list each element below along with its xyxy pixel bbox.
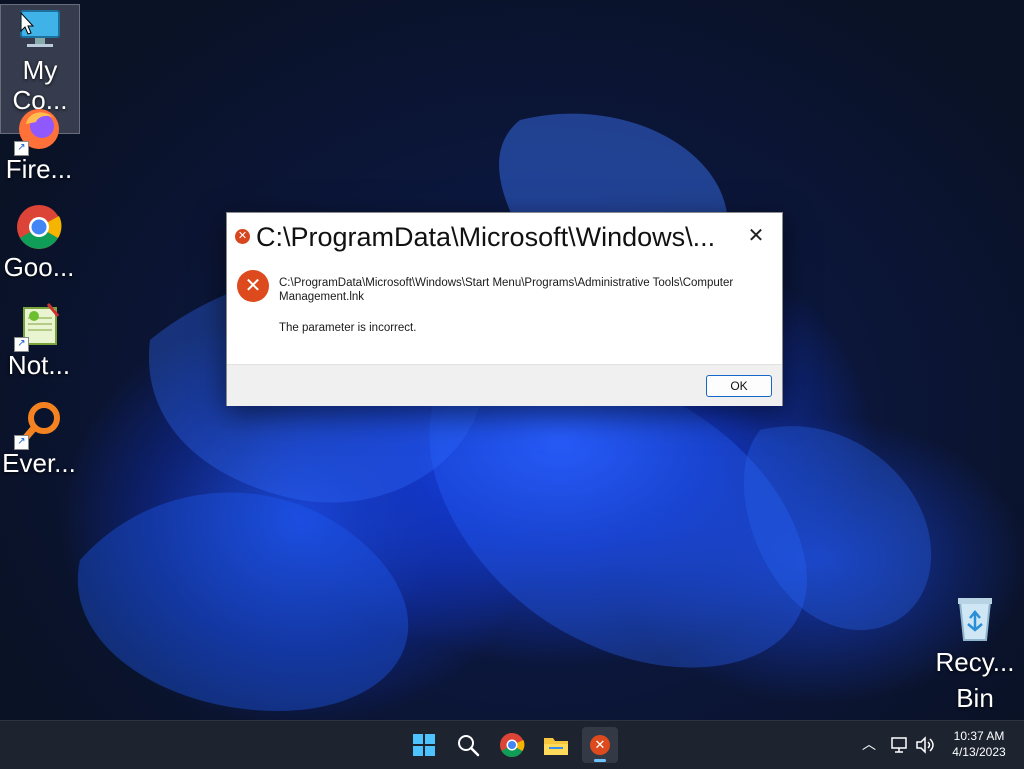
error-icon: ✕ xyxy=(237,270,269,302)
shortcut-arrow-icon: ↗ xyxy=(14,141,29,156)
shortcut-arrow-icon: ↗ xyxy=(14,337,29,352)
start-icon xyxy=(413,734,435,756)
chrome-icon xyxy=(14,202,64,252)
clock-time: 10:37 AM xyxy=(953,729,1005,743)
error-dialog: ✕ C:\ProgramData\Microsoft\Windows\... ✕… xyxy=(226,212,783,406)
search-button[interactable] xyxy=(450,727,486,763)
file-explorer-icon xyxy=(544,738,568,755)
dialog-body: ✕ C:\ProgramData\Microsoft\Windows\Start… xyxy=(227,261,782,364)
dialog-path-text: C:\ProgramData\Microsoft\Windows\Start M… xyxy=(279,277,734,303)
recycle-bin-icon xyxy=(950,594,1000,644)
desktop-icon-label: Ever... xyxy=(2,448,76,478)
clock-button[interactable]: 10:37 AM 4/13/2023 xyxy=(944,728,1014,760)
desktop-icon-label: Recy... Bin xyxy=(935,647,1015,713)
desktop-icon-recycle-bin[interactable]: Recy... Bin xyxy=(935,594,1015,716)
notepad-plus-plus-icon: ↗ xyxy=(14,300,64,352)
error-title-icon: ✕ xyxy=(235,229,250,244)
clock-date: 4/13/2023 xyxy=(952,745,1006,759)
dialog-titlebar[interactable]: ✕ C:\ProgramData\Microsoft\Windows\... ✕ xyxy=(227,213,782,261)
everything-search-icon: ↗ xyxy=(14,398,64,450)
chevron-up-icon: ︿ xyxy=(862,736,876,752)
dialog-title: C:\ProgramData\Microsoft\Windows\... xyxy=(256,222,716,252)
dialog-footer: OK xyxy=(227,364,782,406)
close-icon: ✕ xyxy=(747,225,765,247)
error-dialog-icon: ✕ xyxy=(590,735,610,755)
ok-button[interactable]: OK xyxy=(706,375,772,397)
start-button[interactable] xyxy=(406,727,442,763)
taskbar-error-dialog-button[interactable]: ✕ xyxy=(582,727,618,763)
close-button[interactable]: ✕ xyxy=(736,221,776,251)
desktop-icon-google-chrome[interactable]: Goo... Chr... xyxy=(0,202,78,282)
dialog-message: The parameter is incorrect. xyxy=(279,322,417,334)
desktop-icon-label: Goo... Chr... xyxy=(3,252,75,282)
desktop-icon-notepad-plus-plus[interactable]: ↗ Not... xyxy=(0,300,78,380)
firefox-icon: ↗ xyxy=(14,104,64,156)
desktop-icon-label: Fire... xyxy=(5,154,73,184)
volume-button[interactable] xyxy=(914,735,934,755)
desktop-icon-everything[interactable]: ↗ Ever... xyxy=(0,398,78,478)
show-hidden-icons-button[interactable]: ︿ xyxy=(860,735,878,753)
chrome-icon xyxy=(500,733,525,758)
active-indicator xyxy=(594,759,606,762)
desktop-icon-firefox[interactable]: ↗ Fire... xyxy=(0,104,78,184)
search-icon xyxy=(458,735,480,757)
network-button[interactable] xyxy=(890,735,910,755)
network-icon xyxy=(891,737,907,753)
shortcut-arrow-icon: ↗ xyxy=(14,435,29,450)
volume-icon xyxy=(916,736,934,754)
taskbar-chrome-button[interactable] xyxy=(494,727,530,763)
taskbar: ✕ ︿ 10:37 AM 4/13/2023 xyxy=(0,720,1024,769)
computer-icon xyxy=(15,5,65,55)
taskbar-file-explorer-button[interactable] xyxy=(538,727,574,763)
desktop-icon-label: Not... xyxy=(7,350,71,380)
